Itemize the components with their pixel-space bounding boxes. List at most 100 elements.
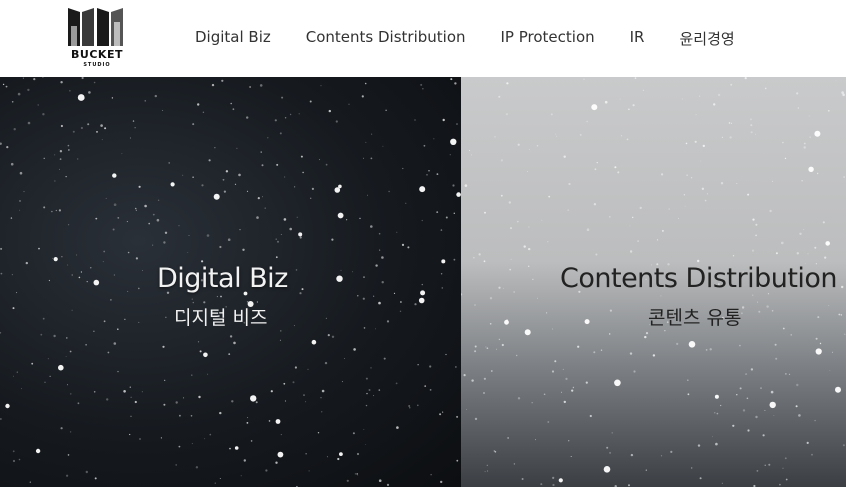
star-dot — [113, 274, 115, 276]
star-dot — [111, 97, 114, 99]
nav-digital-biz[interactable]: Digital Biz — [195, 28, 271, 49]
star-dot — [731, 122, 732, 124]
star-dot — [720, 404, 722, 407]
star-dot — [561, 391, 562, 393]
star-dot — [302, 171, 304, 174]
star-dot — [577, 345, 580, 348]
star-dot — [445, 353, 447, 356]
nav-contents-distribution[interactable]: Contents Distribution — [306, 28, 466, 49]
star-dot — [66, 474, 69, 477]
star-dot — [609, 309, 612, 312]
star-dot — [782, 141, 784, 144]
nav-ir[interactable]: IR — [630, 28, 645, 49]
star-dot — [274, 119, 277, 122]
star-dot — [739, 344, 741, 347]
star-dot — [233, 341, 236, 345]
star-dot — [179, 414, 181, 417]
star-dot — [619, 98, 621, 100]
star-dot — [121, 153, 123, 155]
star-dot — [53, 257, 58, 262]
star-dot — [556, 135, 558, 137]
star-dot — [584, 319, 590, 325]
star-dot — [755, 234, 757, 237]
star-dot — [67, 454, 70, 456]
star-dot — [409, 407, 411, 409]
star-dot — [299, 236, 302, 239]
star-dot — [652, 354, 656, 357]
star-dot — [68, 149, 70, 151]
star-dot — [275, 419, 281, 424]
star-dot — [402, 167, 404, 170]
star-dot — [445, 216, 448, 219]
star-dot — [366, 392, 368, 395]
star-dot — [697, 444, 701, 447]
star-dot — [517, 397, 521, 400]
star-dot — [782, 467, 784, 469]
star-dot — [85, 470, 89, 474]
star-dot — [565, 377, 568, 380]
star-dot — [632, 104, 635, 107]
star-dot — [656, 239, 659, 241]
star-dot — [340, 269, 342, 271]
star-dot — [238, 173, 241, 177]
star-dot — [319, 159, 320, 161]
star-dot — [123, 390, 126, 393]
star-dot — [450, 138, 457, 145]
star-dot — [261, 164, 264, 167]
star-dot — [806, 441, 809, 444]
digital-biz-panel[interactable]: Digital Biz 디지털 비즈 — [0, 77, 461, 487]
star-dot — [243, 459, 246, 462]
star-dot — [489, 323, 492, 325]
star-dot — [750, 131, 753, 134]
star-dot — [517, 143, 520, 146]
star-dot — [335, 120, 338, 123]
star-dot — [361, 95, 364, 98]
star-dot — [18, 458, 21, 461]
star-dot — [77, 94, 85, 101]
star-dot — [284, 400, 287, 402]
star-dot — [213, 193, 220, 200]
star-dot — [628, 484, 630, 487]
star-dot — [139, 438, 141, 440]
star-dot — [110, 299, 112, 301]
bucket-studio-logo[interactable]: BUCKET STUDIO — [66, 8, 128, 70]
star-dot — [547, 421, 550, 423]
star-dot — [685, 142, 688, 145]
star-dot — [798, 414, 801, 417]
nav-ip-protection[interactable]: IP Protection — [501, 28, 595, 49]
star-dot — [562, 368, 564, 370]
star-dot — [61, 256, 63, 258]
star-dot — [456, 123, 458, 125]
star-dot — [211, 83, 215, 87]
star-dot — [381, 281, 384, 284]
star-dot — [239, 229, 241, 231]
star-dot — [170, 182, 175, 187]
star-dot — [219, 411, 222, 415]
star-dot — [769, 401, 776, 409]
contents-distribution-panel[interactable]: Contents Distribution 콘텐츠 유통 — [461, 77, 846, 487]
star-dot — [102, 261, 104, 263]
star-dot — [275, 238, 277, 240]
star-dot — [716, 412, 719, 415]
star-dot — [368, 389, 371, 391]
nav-ethics-management[interactable]: 윤리경영 — [679, 28, 734, 49]
star-dot — [348, 103, 350, 105]
star-dot — [17, 92, 21, 96]
star-dot — [645, 332, 649, 335]
star-dot — [275, 256, 278, 259]
star-dot — [113, 342, 117, 345]
star-dot — [219, 478, 221, 479]
star-dot — [755, 415, 758, 419]
star-dot — [396, 426, 399, 429]
star-dot — [135, 209, 137, 211]
star-dot — [383, 357, 386, 360]
star-dot — [294, 366, 297, 369]
star-dot — [408, 405, 411, 407]
star-dot — [452, 184, 455, 187]
star-dot — [401, 243, 405, 246]
star-dot — [551, 370, 555, 373]
star-dot — [94, 477, 97, 480]
star-dot — [824, 256, 827, 259]
star-dot — [65, 176, 67, 178]
star-dot — [144, 204, 147, 208]
